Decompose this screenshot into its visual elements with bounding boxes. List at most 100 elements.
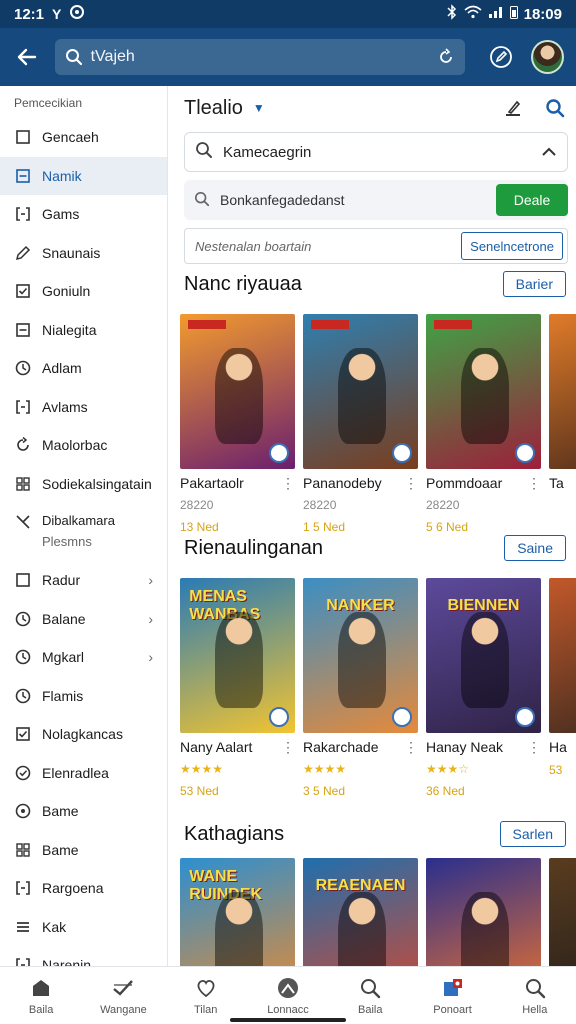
- game-card[interactable]: Ta: [549, 314, 576, 534]
- sidebar-item-8[interactable]: Maolorbac: [0, 426, 167, 465]
- go-button[interactable]: Deale: [496, 184, 568, 216]
- sidebar-item-b5[interactable]: Elenradlea: [0, 754, 167, 793]
- sidebar-item-b9[interactable]: Kak: [0, 908, 167, 947]
- section-header: Nanc riyauaa Barier: [176, 264, 576, 304]
- game-cover-image[interactable]: BIENNEN: [426, 578, 541, 733]
- game-cover-image[interactable]: [549, 858, 576, 966]
- card-row: MENAS WANBAS Nany Aalart ⋮ ★★★★ 53 Ned NANK…: [176, 578, 576, 798]
- check-circle-icon: [14, 764, 32, 782]
- sidebar-item-b3[interactable]: Flamis: [0, 677, 167, 716]
- sidebar-item-label: Rargoena: [42, 880, 104, 897]
- brush-icon[interactable]: [500, 95, 526, 121]
- rating-stars: ★★★★: [303, 762, 347, 776]
- verified-badge-icon: [515, 443, 535, 463]
- sidebar-item-b8[interactable]: Rargoena: [0, 869, 167, 908]
- sidebar-item-7[interactable]: Avlams: [0, 388, 167, 427]
- sidebar-item-b1[interactable]: Balane ›: [0, 600, 167, 639]
- sub-search-input[interactable]: Bonkanfegadedanst: [220, 192, 486, 208]
- sidebar-item-3[interactable]: Snaunais: [0, 234, 167, 273]
- sidebar-item-5[interactable]: Nialegita: [0, 311, 167, 350]
- game-cover-image[interactable]: [426, 314, 541, 469]
- game-cover-image[interactable]: WANE RUINDEK: [180, 858, 295, 966]
- game-card[interactable]: BIENNEN Hanay Neak ⋮ ★★★☆ 36 Ned: [426, 578, 541, 798]
- back-button[interactable]: [12, 41, 43, 73]
- more-options-icon[interactable]: ⋮: [281, 475, 295, 492]
- more-options-icon[interactable]: ⋮: [281, 739, 295, 756]
- game-cover-image[interactable]: NANKER: [303, 578, 418, 733]
- game-title: Nany Aalart: [180, 739, 253, 755]
- game-cover-image[interactable]: [303, 314, 418, 469]
- search-icon[interactable]: [542, 95, 568, 121]
- heart-icon: [194, 976, 218, 1000]
- avatar[interactable]: [531, 40, 565, 74]
- character-figure: [337, 892, 386, 966]
- compose-button[interactable]: [487, 42, 516, 72]
- section-see-all-button[interactable]: Barier: [502, 271, 566, 297]
- list-icon: [14, 918, 32, 936]
- input-action-button[interactable]: Senelncetrone: [461, 232, 563, 260]
- sidebar-item-4[interactable]: Goniuln: [0, 272, 167, 311]
- section-see-all-button[interactable]: Saine: [504, 535, 566, 561]
- game-cover-image[interactable]: [549, 578, 576, 733]
- rating-stars: ★★★☆: [426, 762, 470, 776]
- game-card[interactable]: WANE RUINDEK: [180, 858, 295, 966]
- game-card[interactable]: [426, 858, 541, 966]
- sidebar-item-9[interactable]: Sodiekalsingatain: [0, 465, 167, 504]
- game-cover-image[interactable]: [180, 314, 295, 469]
- voice-search-icon[interactable]: [437, 48, 455, 66]
- game-cover-image[interactable]: REAENAEN: [303, 858, 418, 966]
- page-title[interactable]: Tlealio: [184, 97, 243, 120]
- content-section: Kathagians Sarlen WANE RUINDEK REAENAEN: [176, 814, 576, 966]
- sidebar-item-b7[interactable]: Bame: [0, 831, 167, 870]
- sidebar-section-title: Pemcecikian: [14, 96, 83, 110]
- more-options-icon[interactable]: ⋮: [527, 475, 541, 492]
- chevron-up-icon[interactable]: [541, 144, 557, 161]
- game-card[interactable]: Pommdoaar ⋮ 28220 5 6 Ned: [426, 314, 541, 534]
- section-see-all-button[interactable]: Sarlen: [499, 821, 566, 847]
- sidebar-item-6[interactable]: Adlam: [0, 349, 167, 388]
- game-cover-image[interactable]: MENAS WANBAS: [180, 578, 295, 733]
- game-card[interactable]: Pakartaolr ⋮ 28220 13 Ned: [180, 314, 295, 534]
- game-card[interactable]: Pananodeby ⋮ 28220 1 5 Ned: [303, 314, 418, 534]
- text-input[interactable]: Nestenalan boartain: [195, 239, 311, 254]
- pen-icon: [14, 244, 32, 262]
- bracket-icon: [14, 956, 32, 966]
- game-card[interactable]: [549, 858, 576, 966]
- bottom-nav-item[interactable]: Tilan: [165, 967, 247, 1024]
- bottom-nav-item[interactable]: Baila: [0, 967, 82, 1024]
- bottom-nav-item[interactable]: Wangane: [82, 967, 164, 1024]
- sidebar-item-0[interactable]: Gencaeh: [0, 118, 167, 157]
- sidebar-item-b0[interactable]: Radur ›: [0, 561, 167, 600]
- sidebar-item-2[interactable]: Gams: [0, 195, 167, 234]
- sidebar-item-b2[interactable]: Mgkarl ›: [0, 638, 167, 677]
- sidebar-item-b10[interactable]: Narenin: [0, 946, 167, 966]
- bottom-nav-item[interactable]: Lonnacc: [247, 967, 329, 1024]
- sidebar-item-label: Elenradlea: [42, 764, 109, 781]
- game-card[interactable]: Ha 53: [549, 578, 576, 798]
- profile-icon: [276, 976, 300, 1000]
- category-filter[interactable]: Kamecaegrin: [184, 132, 568, 172]
- square-icon: [14, 571, 32, 589]
- game-meta: 3 5 Ned: [303, 784, 346, 798]
- chevron-down-icon[interactable]: ▼: [253, 101, 265, 115]
- sidebar-item-b4[interactable]: Nolagkancas: [0, 715, 167, 754]
- sidebar-item-group[interactable]: Dibalkamara Plesmns: [0, 503, 167, 561]
- more-options-icon[interactable]: ⋮: [527, 739, 541, 756]
- search-bar[interactable]: tVajeh: [54, 39, 465, 75]
- bottom-nav-item[interactable]: Hella: [494, 967, 576, 1024]
- sidebar-item-1[interactable]: Namik: [0, 156, 167, 195]
- game-cover-image[interactable]: [549, 314, 576, 469]
- game-meta: 53: [549, 763, 563, 777]
- bottom-nav-item[interactable]: Ponoart: [411, 967, 493, 1024]
- game-card[interactable]: MENAS WANBAS Nany Aalart ⋮ ★★★★ 53 Ned: [180, 578, 295, 798]
- bottom-nav-item[interactable]: Baila: [329, 967, 411, 1024]
- game-card[interactable]: REAENAEN: [303, 858, 418, 966]
- card-meta: Rakarchade ⋮ ★★★★ 3 5 Ned: [303, 733, 418, 798]
- character-figure: [337, 348, 386, 445]
- more-options-icon[interactable]: ⋮: [404, 739, 418, 756]
- sidebar-item-b6[interactable]: Bame: [0, 792, 167, 831]
- game-card[interactable]: NANKER Rakarchade ⋮ ★★★★ 3 5 Ned: [303, 578, 418, 798]
- search-input[interactable]: tVajeh: [91, 48, 429, 66]
- more-options-icon[interactable]: ⋮: [404, 475, 418, 492]
- game-cover-image[interactable]: [426, 858, 541, 966]
